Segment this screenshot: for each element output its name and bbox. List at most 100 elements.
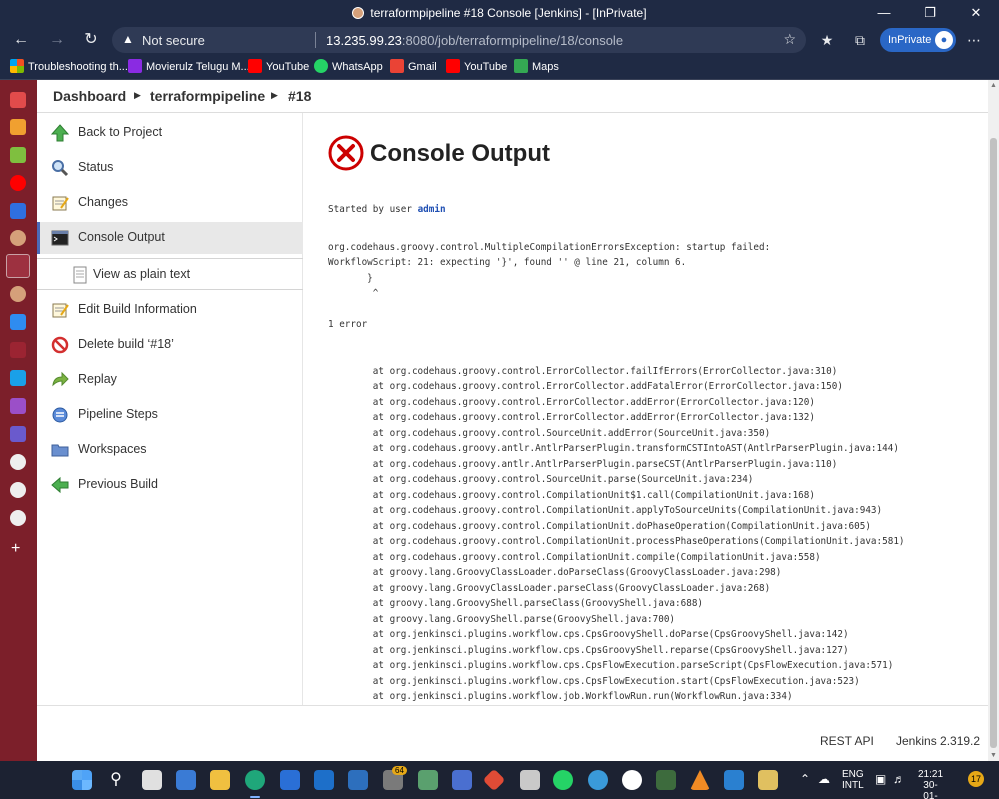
close-button[interactable]: ✕ [953, 0, 999, 26]
more-menu-icon[interactable]: ⋯ [962, 30, 986, 50]
youtube-icon[interactable] [10, 175, 26, 191]
github-icon[interactable] [10, 482, 26, 498]
github-icon[interactable] [10, 342, 26, 358]
maximize-button[interactable]: ❐ [907, 0, 953, 26]
mail-icon[interactable] [314, 770, 334, 790]
calendar-icon[interactable] [10, 314, 26, 330]
favorite-item[interactable]: Gmail [390, 59, 437, 75]
search-icon[interactable]: ⚲ [106, 770, 126, 790]
azure-icon[interactable] [10, 203, 26, 219]
address-separator [315, 32, 316, 48]
favorite-item[interactable]: Movierulz Telugu M... [128, 59, 250, 75]
chevron-right-icon[interactable]: ▶ [271, 90, 278, 101]
vlc-icon[interactable] [690, 770, 710, 790]
console-line: at org.jenkinsci.plugins.workflow.cps.Cp… [328, 629, 849, 640]
app-icon[interactable] [656, 770, 676, 790]
app-icon[interactable] [622, 770, 642, 790]
favorite-item[interactable]: Maps [514, 59, 559, 75]
start-icon[interactable] [72, 770, 92, 790]
app-icon[interactable] [452, 770, 472, 790]
breadcrumb-dashboard[interactable]: Dashboard [53, 88, 126, 104]
refresh-icon[interactable]: ↻ [78, 28, 104, 52]
page-scrollbar[interactable]: ▲ ▼ [988, 80, 999, 761]
add-icon[interactable]: + [11, 540, 20, 558]
favorite-item[interactable]: YouTube [446, 59, 507, 75]
url-text[interactable]: 13.235.99.23:8080/job/terraformpipeline/… [326, 33, 623, 48]
github-icon[interactable] [10, 510, 26, 526]
tab-actions-icon[interactable] [10, 92, 26, 108]
console-line: at groovy.lang.GroovyShell.parseClass(Gr… [328, 598, 704, 609]
inprivate-button[interactable]: InPrivate ● [880, 28, 956, 52]
task-delete-build[interactable]: Delete build ‘#18’ [37, 329, 303, 361]
favorite-item[interactable]: YouTube [248, 59, 309, 75]
console-line: at org.codehaus.groovy.control.ErrorColl… [328, 396, 815, 408]
edge-icon[interactable] [245, 770, 265, 798]
notification-badge[interactable]: 17 [968, 771, 984, 787]
language-indicator[interactable]: ENG INTL [842, 769, 864, 791]
app-icon[interactable] [588, 770, 608, 790]
rest-api-link[interactable]: REST API [820, 734, 874, 748]
app-icon[interactable] [418, 770, 438, 790]
favorite-label: YouTube [266, 61, 310, 73]
shopping-icon[interactable] [10, 119, 26, 135]
task-status[interactable]: Status [37, 152, 303, 184]
git-icon[interactable] [482, 768, 506, 792]
forward-icon[interactable]: → [44, 28, 70, 52]
clock[interactable]: 21:2130-01-2022 [918, 769, 943, 799]
whatsapp-icon[interactable] [553, 770, 573, 790]
task-console-output[interactable]: Console Output [37, 222, 303, 254]
address-bar[interactable]: ▲ Not secure 13.235.99.23:8080/job/terra… [112, 27, 806, 53]
tools-icon[interactable] [10, 147, 26, 163]
widgets-icon[interactable] [176, 770, 196, 790]
collections-icon[interactable]: ⧉ [848, 30, 872, 50]
task-edit-build-info[interactable]: Edit Build Information [37, 294, 303, 326]
store-icon[interactable] [280, 770, 300, 790]
jenkins-icon[interactable] [10, 230, 26, 246]
notepad-icon[interactable] [758, 770, 778, 790]
favorite-item[interactable]: WhatsApp [314, 59, 383, 75]
jenkins-version-link[interactable]: Jenkins 2.319.2 [896, 734, 980, 748]
scroll-down-icon[interactable]: ▼ [990, 752, 997, 759]
task-view-plain-text[interactable]: View as plain text [37, 258, 303, 290]
console-output: Started by user admin org.codehaus.groov… [328, 180, 978, 773]
jenkins-icon[interactable] [10, 286, 26, 302]
volume-icon[interactable]: ♬ [893, 772, 905, 786]
photos-icon[interactable] [348, 770, 368, 790]
scroll-up-icon[interactable]: ▲ [990, 82, 997, 89]
app-icon[interactable] [724, 770, 744, 790]
favorites-icon[interactable]: ★ [815, 30, 839, 50]
chevron-up-icon[interactable]: ⌃ [800, 772, 810, 786]
favorite-item[interactable]: Troubleshooting th... [10, 59, 128, 75]
clock-date: 30-01-2022 [923, 780, 938, 799]
github-icon[interactable] [10, 454, 26, 470]
not-secure-label[interactable]: Not secure [142, 33, 205, 48]
user-link[interactable]: admin [418, 204, 446, 215]
task-pipeline-steps[interactable]: Pipeline Steps [37, 399, 303, 431]
breadcrumb-job[interactable]: terraformpipeline [150, 88, 265, 104]
console-line: at org.codehaus.groovy.control.Compilati… [328, 505, 883, 516]
jenkins-active-icon[interactable] [6, 254, 30, 278]
task-view-icon[interactable] [142, 770, 162, 790]
warning-icon[interactable]: ▲ [122, 32, 136, 46]
bing-icon[interactable] [10, 370, 26, 386]
task-label: Delete build ‘#18’ [78, 337, 174, 351]
network-icon[interactable]: ▣ [875, 772, 886, 786]
minimize-button[interactable]: — [861, 0, 907, 26]
scrollbar-thumb[interactable] [990, 138, 997, 748]
task-changes[interactable]: Changes [37, 187, 303, 219]
add-favorite-icon[interactable]: ☆ [783, 31, 796, 48]
back-icon[interactable]: ← [8, 28, 34, 52]
cloud-icon[interactable]: ☁ [818, 772, 830, 786]
virtualbox-icon[interactable] [520, 770, 540, 790]
chevron-right-icon[interactable]: ▶ [134, 90, 141, 101]
devops-icon[interactable] [10, 398, 26, 414]
task-replay[interactable]: Replay [37, 364, 303, 396]
task-back-to-project[interactable]: Back to Project [37, 117, 303, 149]
favorite-label: Maps [532, 61, 559, 73]
breadcrumb-build[interactable]: #18 [288, 88, 311, 104]
task-previous-build[interactable]: Previous Build [37, 469, 303, 501]
task-workspaces[interactable]: Workspaces [37, 434, 303, 466]
file-explorer-icon[interactable] [210, 770, 230, 790]
extension-icon[interactable] [10, 426, 26, 442]
